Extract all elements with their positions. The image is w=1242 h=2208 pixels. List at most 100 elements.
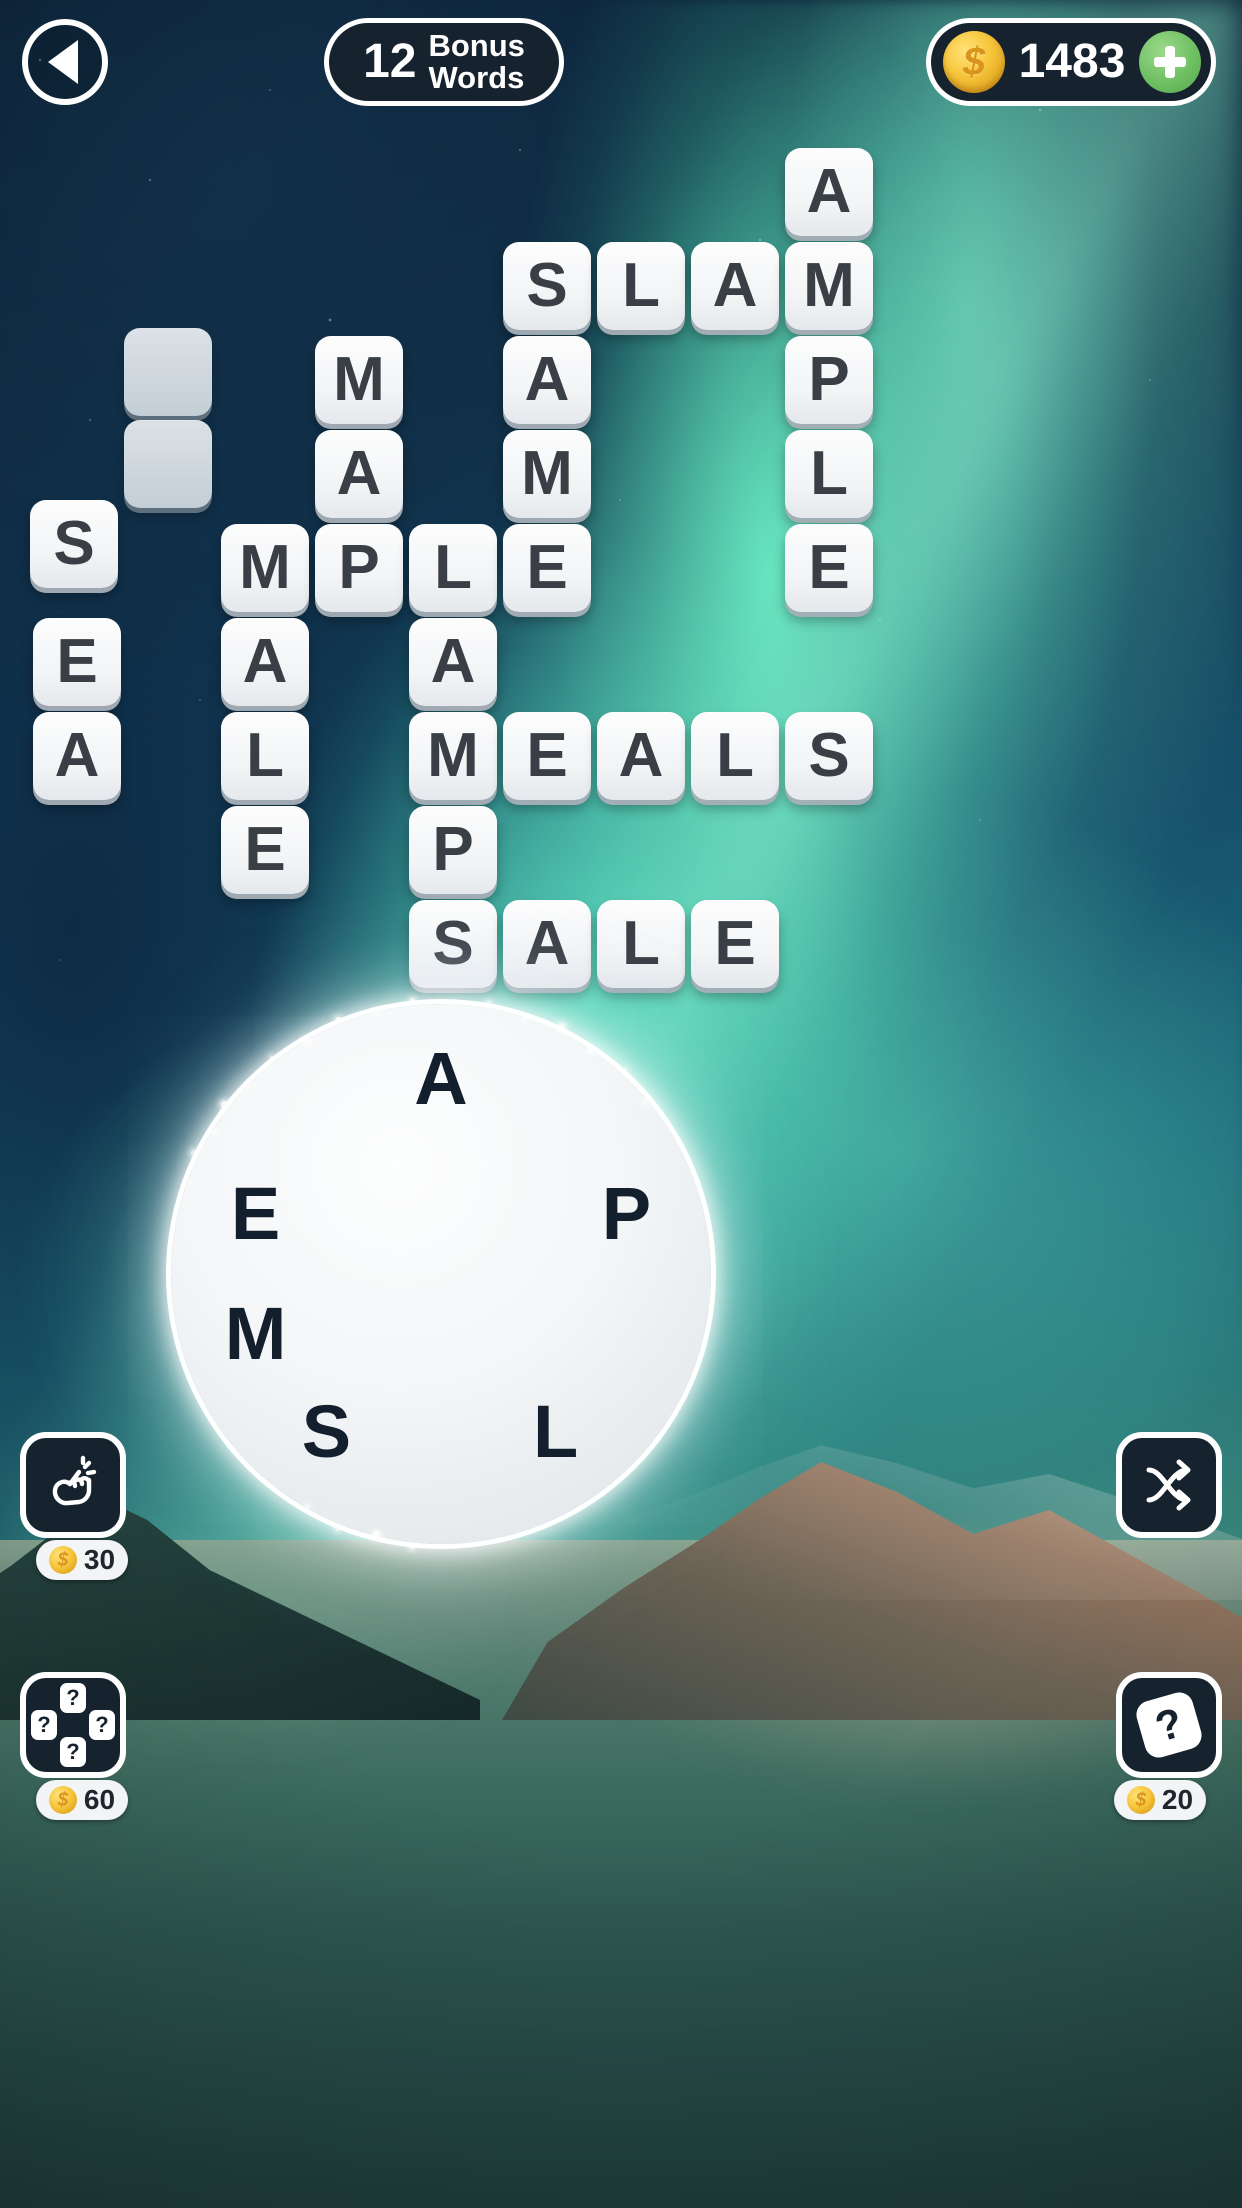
hint-single-price-value: 20 (1161, 1784, 1194, 1815)
question-tile-bottom: ? (60, 1737, 86, 1767)
grid-tile-empty (124, 328, 212, 416)
grid-tile: E (221, 806, 309, 894)
grid-tile-letter: E (714, 909, 756, 978)
grid-tile-letter: M (333, 345, 385, 414)
coin-balance-button[interactable]: $ 1483 (926, 18, 1216, 106)
sparkle-particle (187, 1180, 191, 1184)
hint-word-button[interactable]: ? ? ? ? (20, 1672, 126, 1778)
grid-tile: A (315, 430, 403, 518)
grid-tile-letter: A (54, 721, 100, 790)
grid-tile-letter: A (806, 157, 852, 226)
grid-tile: A (503, 336, 591, 424)
grid-tile-letter: A (430, 627, 476, 696)
grid-tile: M (315, 336, 403, 424)
grid-tile: M (409, 712, 497, 800)
sparkle-particle (372, 1010, 380, 1018)
sparkle-particle (588, 1049, 594, 1055)
grid-tile: L (691, 712, 779, 800)
grid-tile: P (785, 336, 873, 424)
hint-letter-button[interactable] (20, 1432, 126, 1538)
question-tile-right: ? (89, 1710, 115, 1740)
grid-tile-letter: A (712, 251, 758, 320)
grid-tile-letter: L (246, 721, 284, 790)
grid-tile-letter: M (427, 721, 479, 790)
grid-tile: A (691, 242, 779, 330)
bonus-words-count: 12 (363, 35, 417, 88)
pointing-hand-icon (52, 1455, 97, 1506)
grid-tile: A (597, 712, 685, 800)
hint-single-price: $ 20 (1114, 1780, 1206, 1820)
four-question-tiles-icon: ? ? ? ? (31, 1683, 115, 1767)
grid-tile-letter: S (53, 509, 95, 578)
grid-tile-letter: S (808, 721, 850, 790)
grid-tile-letter: L (622, 909, 660, 978)
grid-tile-letter: A (336, 439, 382, 508)
sparkle-particle (305, 1504, 309, 1508)
price-coin-icon: $ (48, 1546, 77, 1574)
grid-tile: A (221, 618, 309, 706)
grid-tile: A (409, 618, 497, 706)
shuffle-button[interactable] (1116, 1432, 1222, 1538)
wheel-letter-a[interactable]: A (395, 1033, 487, 1125)
sparkle-particle (521, 1017, 526, 1022)
grid-tile-letter: M (239, 533, 291, 602)
grid-tile: S (409, 900, 497, 988)
grid-tile-letter: P (338, 533, 380, 602)
hint-word-price-value: 60 (83, 1784, 116, 1815)
question-tile-icon: ? (1133, 1689, 1205, 1761)
grid-tile-letter: S (526, 251, 568, 320)
grid-tile-letter: L (434, 533, 472, 602)
wheel-letter-e[interactable]: E (210, 1168, 302, 1260)
grid-tile-letter: A (242, 627, 288, 696)
grid-tile: E (503, 712, 591, 800)
sparkle-particle (304, 1038, 310, 1045)
grid-tile: L (597, 900, 685, 988)
wheel-letter-m[interactable]: M (210, 1288, 302, 1380)
grid-tile-letter: P (432, 815, 474, 884)
grid-tile-letter: L (622, 251, 660, 320)
grid-tile-letter: E (808, 533, 850, 602)
bonus-words-label-line2: Words (428, 60, 525, 95)
bonus-words-label: Bonus Words (428, 30, 524, 93)
grid-tile: P (409, 806, 497, 894)
grid-tile-letter: A (618, 721, 664, 790)
grid-tile: P (315, 524, 403, 612)
wheel-letter-p[interactable]: P (580, 1168, 672, 1260)
add-coins-button[interactable] (1139, 31, 1201, 93)
bonus-words-button[interactable]: 12 Bonus Words (324, 18, 564, 106)
back-arrow-icon (47, 40, 78, 84)
game-screen: 12 Bonus Words $ 1483 ASLAMMAPAMLSMPLEEE… (0, 0, 1242, 2208)
grid-tile: E (33, 618, 121, 706)
grid-tile-letter: L (716, 721, 754, 790)
grid-tile-letter: E (56, 627, 98, 696)
question-tile-top: ? (60, 1683, 86, 1713)
back-button[interactable] (22, 19, 108, 105)
grid-tile-letter: P (808, 345, 850, 414)
grid-tile-letter: E (526, 533, 568, 602)
coin-symbol: $ (962, 40, 986, 84)
sparkle-particle (245, 1085, 251, 1091)
grid-tile: S (503, 242, 591, 330)
grid-tile-empty (124, 420, 212, 508)
coin-icon: $ (943, 31, 1005, 93)
price-coin-symbol: $ (57, 1789, 69, 1811)
grid-tile: M (785, 242, 873, 330)
crossword-grid: ASLAMMAPAMLSMPLEEEAAALMEALSEPSALE (0, 0, 1242, 1000)
wheel-letter-s[interactable]: S (280, 1386, 372, 1478)
wheel-letter-l[interactable]: L (510, 1386, 602, 1478)
price-coin-symbol: $ (1135, 1789, 1147, 1811)
sparkle-particle (448, 1004, 452, 1008)
grid-tile: M (221, 524, 309, 612)
grid-tile: A (785, 148, 873, 236)
grid-tile: L (597, 242, 685, 330)
letter-wheel[interactable]: A P L SME (171, 998, 711, 1550)
grid-tile-letter: S (432, 909, 474, 978)
grid-tile: A (503, 900, 591, 988)
grid-tile-letter: A (524, 345, 570, 414)
grid-tile: E (503, 524, 591, 612)
grid-tile-letter: M (521, 439, 573, 508)
price-coin-icon: $ (48, 1786, 77, 1814)
price-coin-icon: $ (1126, 1786, 1155, 1814)
hint-single-button[interactable]: ? (1116, 1672, 1222, 1778)
question-tile-left: ? (31, 1710, 57, 1740)
